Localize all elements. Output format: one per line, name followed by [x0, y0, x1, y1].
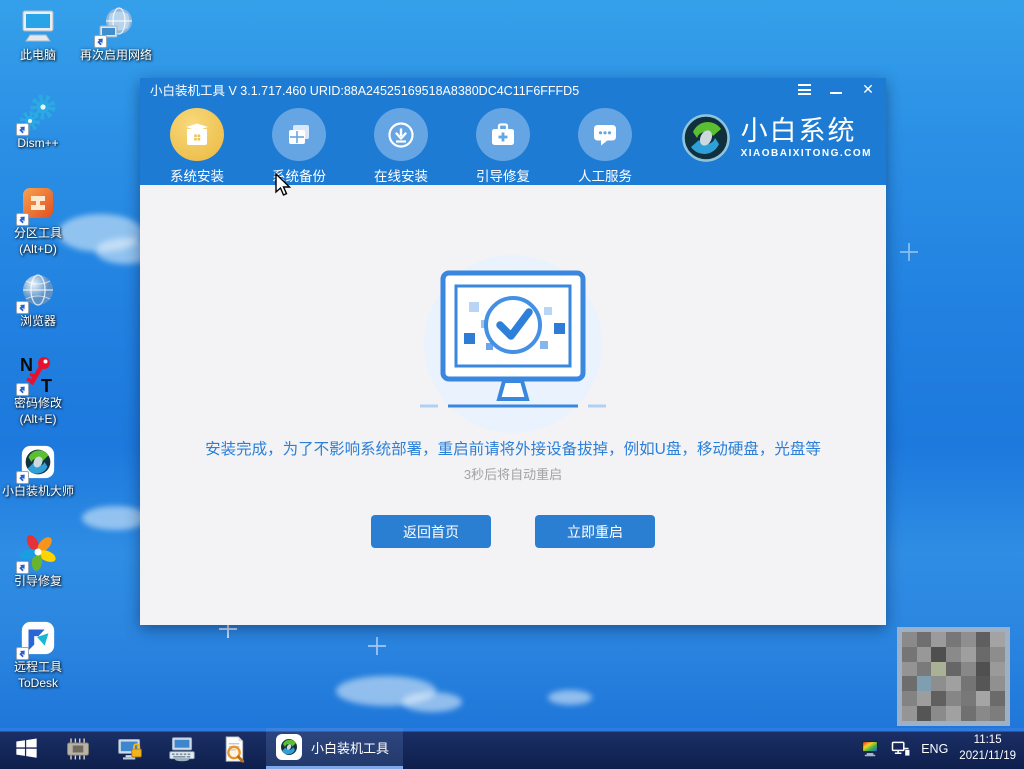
cloud	[548, 690, 592, 705]
display-color-icon[interactable]	[861, 740, 880, 757]
shortcut-arrow-icon	[16, 383, 29, 396]
taskbar: 小白装机工具 ENG 11:15 2021/11/19	[0, 728, 1024, 769]
clock-date: 2021/11/19	[959, 749, 1016, 762]
success-monitor-illustration	[420, 255, 606, 433]
memory-chip-icon	[67, 738, 89, 759]
nav-tab-boot-repair[interactable]: 引导修复	[464, 101, 542, 185]
start-button[interactable]	[0, 728, 52, 769]
sparkle	[900, 243, 918, 261]
restart-now-button[interactable]: 立即重启	[535, 515, 655, 548]
taskbar-icon-search-document[interactable]	[208, 728, 260, 769]
browser-globe-icon	[16, 272, 58, 314]
window-navbar: 系统安装 系统备份 在线安装 引导修复 人工服务 小白系统 XIAOBAIXIT…	[140, 101, 886, 185]
keyboard-monitor-icon	[169, 736, 195, 761]
minimize-icon[interactable]	[828, 82, 844, 98]
taskbar-app-label: 小白装机工具	[311, 740, 390, 756]
desktop-icon-boot-repair[interactable]: 引导修复	[0, 532, 76, 588]
desktop-icon-label2: (Alt+D)	[19, 242, 57, 257]
desktop-icon-label: 浏览器	[19, 314, 56, 328]
desktop-icon-label2: ToDesk	[17, 676, 58, 691]
desktop-icon-re-enable-network[interactable]: 再次启用网络	[78, 6, 154, 62]
brand-logo: 小白系统 XIAOBAIXITONG.COM	[681, 113, 872, 163]
nav-tab-online-install[interactable]: 在线安装	[362, 101, 440, 185]
svg-text:N: N	[20, 355, 33, 375]
cloud	[82, 506, 148, 530]
download-icon	[374, 108, 428, 161]
restart-countdown: 3秒后将自动重启	[463, 467, 563, 482]
install-complete-message: 安装完成，为了不影响系统部署，重启前请将外接设备拔掉，例如U盘，移动硬盘，光盘等	[205, 441, 821, 458]
svg-text:T: T	[41, 376, 52, 394]
taskbar-active-app[interactable]: 小白装机工具	[266, 728, 404, 769]
desktop-icon-label: 分区工具	[13, 226, 62, 240]
shortcut-arrow-icon	[94, 35, 107, 48]
desktop-icon-label: 密码修改	[13, 396, 62, 410]
brand-site: XIAOBAIXITONG.COM	[740, 148, 872, 160]
desktop-icon-label: 此电脑	[19, 48, 56, 62]
magnifier-document-icon	[225, 735, 245, 763]
desktop-icon-partition-tool[interactable]: 分区工具 (Alt+D)	[0, 184, 76, 257]
desktop-icon-dism[interactable]: Dism++	[0, 94, 76, 150]
xiaobai-app-icon	[276, 734, 302, 760]
desktop-icon-label: 引导修复	[13, 574, 62, 588]
taskbar-clock[interactable]: 11:15 2021/11/19	[959, 733, 1016, 764]
gears-icon	[16, 94, 58, 136]
shortcut-arrow-icon	[16, 471, 29, 484]
blurred-qr-image	[897, 627, 1010, 726]
desktop-icon-browser[interactable]: 浏览器	[0, 272, 76, 328]
nav-tab-label: 人工服务	[578, 169, 632, 184]
todesk-logo-icon	[16, 618, 58, 660]
shortcut-arrow-icon	[16, 647, 29, 660]
this-pc-icon	[18, 6, 58, 46]
network-tray-icon[interactable]	[891, 741, 910, 757]
window-content: 安装完成，为了不影响系统部署，重启前请将外接设备拔掉，例如U盘，移动硬盘，光盘等…	[140, 185, 886, 625]
monitor-lock-icon	[118, 738, 142, 759]
shortcut-arrow-icon	[16, 123, 29, 136]
windows-logo-icon	[15, 738, 37, 758]
install-box-icon	[170, 108, 224, 161]
taskbar-icon-memory-chip[interactable]	[52, 728, 104, 769]
sparkle	[368, 637, 386, 655]
desktop-icon-label: 再次启用网络	[79, 48, 152, 62]
window-title: 小白装机工具 V 3.1.717.460 URID:88A24525169518…	[150, 84, 580, 98]
desktop-icon-xiaobai-master[interactable]: 小白装机大师	[0, 442, 76, 498]
taskbar-icon-on-screen-keyboard[interactable]	[156, 728, 208, 769]
desktop-icon-label2: (Alt+E)	[19, 412, 57, 427]
desktop-icon-password-modify[interactable]: N T 密码修改 (Alt+E)	[0, 354, 76, 427]
xiaobai-logo-icon	[16, 442, 58, 484]
desktop-icon-this-pc[interactable]: 此电脑	[0, 6, 76, 62]
cloud	[402, 692, 462, 712]
desktop-icon-label: Dism++	[17, 136, 59, 150]
close-icon[interactable]: ✕	[860, 81, 876, 98]
window-titlebar[interactable]: 小白装机工具 V 3.1.717.460 URID:88A24525169518…	[140, 78, 886, 101]
desktop-icon-label: 小白装机大师	[1, 484, 74, 498]
back-home-button[interactable]: 返回首页	[371, 515, 491, 548]
nav-tab-label: 系统安装	[170, 169, 224, 184]
xiaobai-logo-icon	[681, 114, 730, 162]
language-indicator[interactable]: ENG	[921, 742, 948, 756]
mouse-cursor	[275, 173, 292, 196]
nt-password-key-icon: N T	[16, 354, 58, 396]
desktop: 此电脑 再次启用网络 Dism++ 分区工具 (Alt+D) 浏览器 N T 密…	[0, 0, 1024, 769]
pinwheel-icon	[16, 532, 58, 574]
nav-tab-label: 在线安装	[374, 169, 428, 184]
backup-windows-icon	[272, 108, 326, 161]
shortcut-arrow-icon	[16, 213, 29, 226]
toolbox-icon	[476, 108, 530, 161]
chat-bubble-icon	[578, 108, 632, 161]
menu-icon[interactable]	[796, 82, 812, 98]
shortcut-arrow-icon	[16, 561, 29, 574]
network-globe-icon	[94, 6, 136, 48]
clock-time: 11:15	[973, 733, 1002, 746]
app-window: 小白装机工具 V 3.1.717.460 URID:88A24525169518…	[140, 78, 886, 625]
nav-tab-label: 引导修复	[476, 169, 530, 184]
nav-tab-human-service[interactable]: 人工服务	[566, 101, 644, 185]
taskbar-icon-locked-display[interactable]	[104, 728, 156, 769]
desktop-icon-todesk[interactable]: 远程工具 ToDesk	[0, 618, 76, 691]
partition-tool-icon	[16, 184, 58, 226]
desktop-icon-label: 远程工具	[13, 660, 62, 674]
nav-tab-system-install[interactable]: 系统安装	[158, 101, 236, 185]
brand-name: 小白系统	[740, 115, 857, 146]
shortcut-arrow-icon	[16, 301, 29, 314]
